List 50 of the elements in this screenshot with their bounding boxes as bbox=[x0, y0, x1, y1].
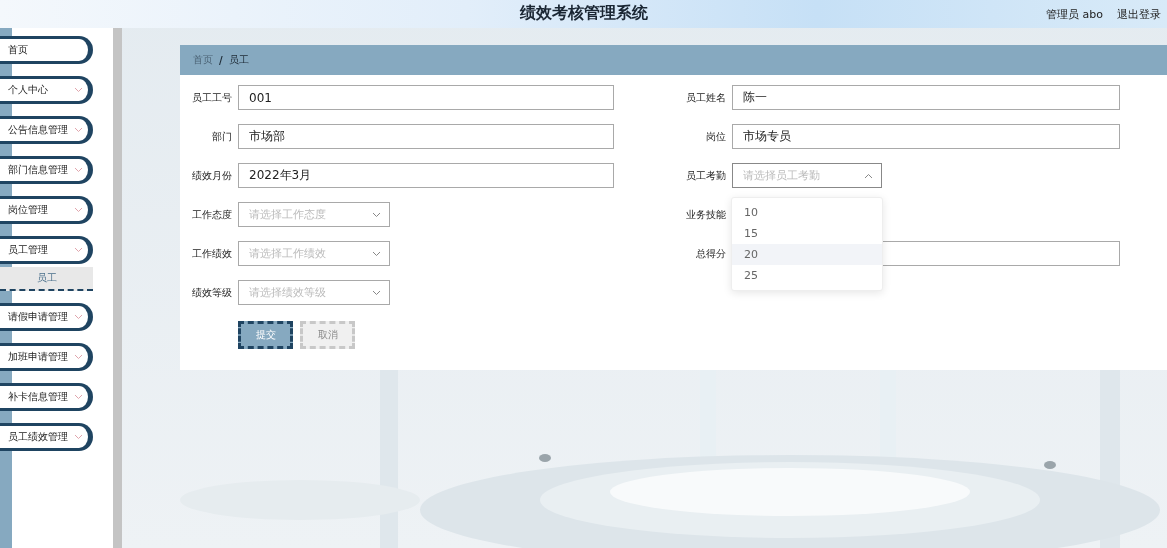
menu-item[interactable]: 首页 bbox=[0, 36, 93, 64]
menu-item[interactable]: 部门信息管理 bbox=[0, 156, 93, 184]
menu-item[interactable]: 加班申请管理 bbox=[0, 343, 93, 371]
breadcrumb-separator: / bbox=[219, 54, 223, 66]
text-field[interactable]: 市场部 bbox=[238, 124, 614, 149]
dropdown-option[interactable]: 10 bbox=[732, 202, 882, 223]
chevron-icon bbox=[74, 167, 83, 173]
menu-item[interactable]: 个人中心 bbox=[0, 76, 93, 104]
user-name: 管理员 abo bbox=[1046, 6, 1103, 22]
field-label: 业务技能 bbox=[685, 207, 726, 222]
menu-item[interactable]: 请假申请管理 bbox=[0, 303, 93, 331]
field-label: 工作态度 bbox=[191, 207, 232, 222]
field-label: 总得分 bbox=[695, 246, 726, 261]
dropdown-option[interactable]: 15 bbox=[732, 223, 882, 244]
chevron-icon bbox=[372, 289, 381, 296]
menu-item[interactable]: 员工绩效管理 bbox=[0, 423, 93, 451]
select-placeholder: 请选择绩效等级 bbox=[249, 285, 326, 300]
chevron-icon bbox=[74, 394, 83, 400]
menu-item[interactable]: 补卡信息管理 bbox=[0, 383, 93, 411]
chevron-icon bbox=[74, 207, 83, 213]
field-label: 岗位 bbox=[705, 129, 726, 144]
chevron-icon bbox=[74, 314, 83, 320]
field-label: 部门 bbox=[211, 129, 232, 144]
dropdown-option[interactable]: 20 bbox=[732, 244, 882, 265]
chevron-icon bbox=[74, 434, 83, 440]
field-label: 员工考勤 bbox=[685, 168, 726, 183]
chevron-icon bbox=[372, 211, 381, 218]
chevron-icon bbox=[864, 172, 873, 179]
field-label: 员工工号 bbox=[191, 90, 232, 105]
menu-item[interactable]: 岗位管理 bbox=[0, 196, 93, 224]
app-title: 绩效考核管理系统 bbox=[519, 3, 648, 22]
chevron-icon bbox=[74, 87, 83, 93]
field-label: 工作绩效 bbox=[191, 246, 232, 261]
text-field[interactable]: 陈一 bbox=[732, 85, 1120, 110]
field-label: 员工姓名 bbox=[685, 90, 726, 105]
menu-item[interactable]: 员工管理 bbox=[0, 236, 93, 264]
text-field[interactable]: 001 bbox=[238, 85, 614, 110]
chevron-icon bbox=[74, 247, 83, 253]
breadcrumb-current: 员工 bbox=[228, 53, 249, 67]
logout-link[interactable]: 退出登录 bbox=[1117, 6, 1161, 22]
menu-item[interactable]: 公告信息管理 bbox=[0, 116, 93, 144]
text-field[interactable]: 市场专员 bbox=[732, 124, 1120, 149]
submenu-item[interactable]: 员工 bbox=[0, 267, 93, 291]
chevron-icon bbox=[74, 127, 83, 133]
field-label: 绩效等级 bbox=[191, 285, 232, 300]
dropdown-option[interactable]: 25 bbox=[732, 265, 882, 286]
field-label: 绩效月份 bbox=[191, 168, 232, 183]
chevron-icon bbox=[372, 250, 381, 257]
text-field[interactable]: 2022年3月 bbox=[238, 163, 614, 188]
chevron-icon bbox=[74, 354, 83, 360]
